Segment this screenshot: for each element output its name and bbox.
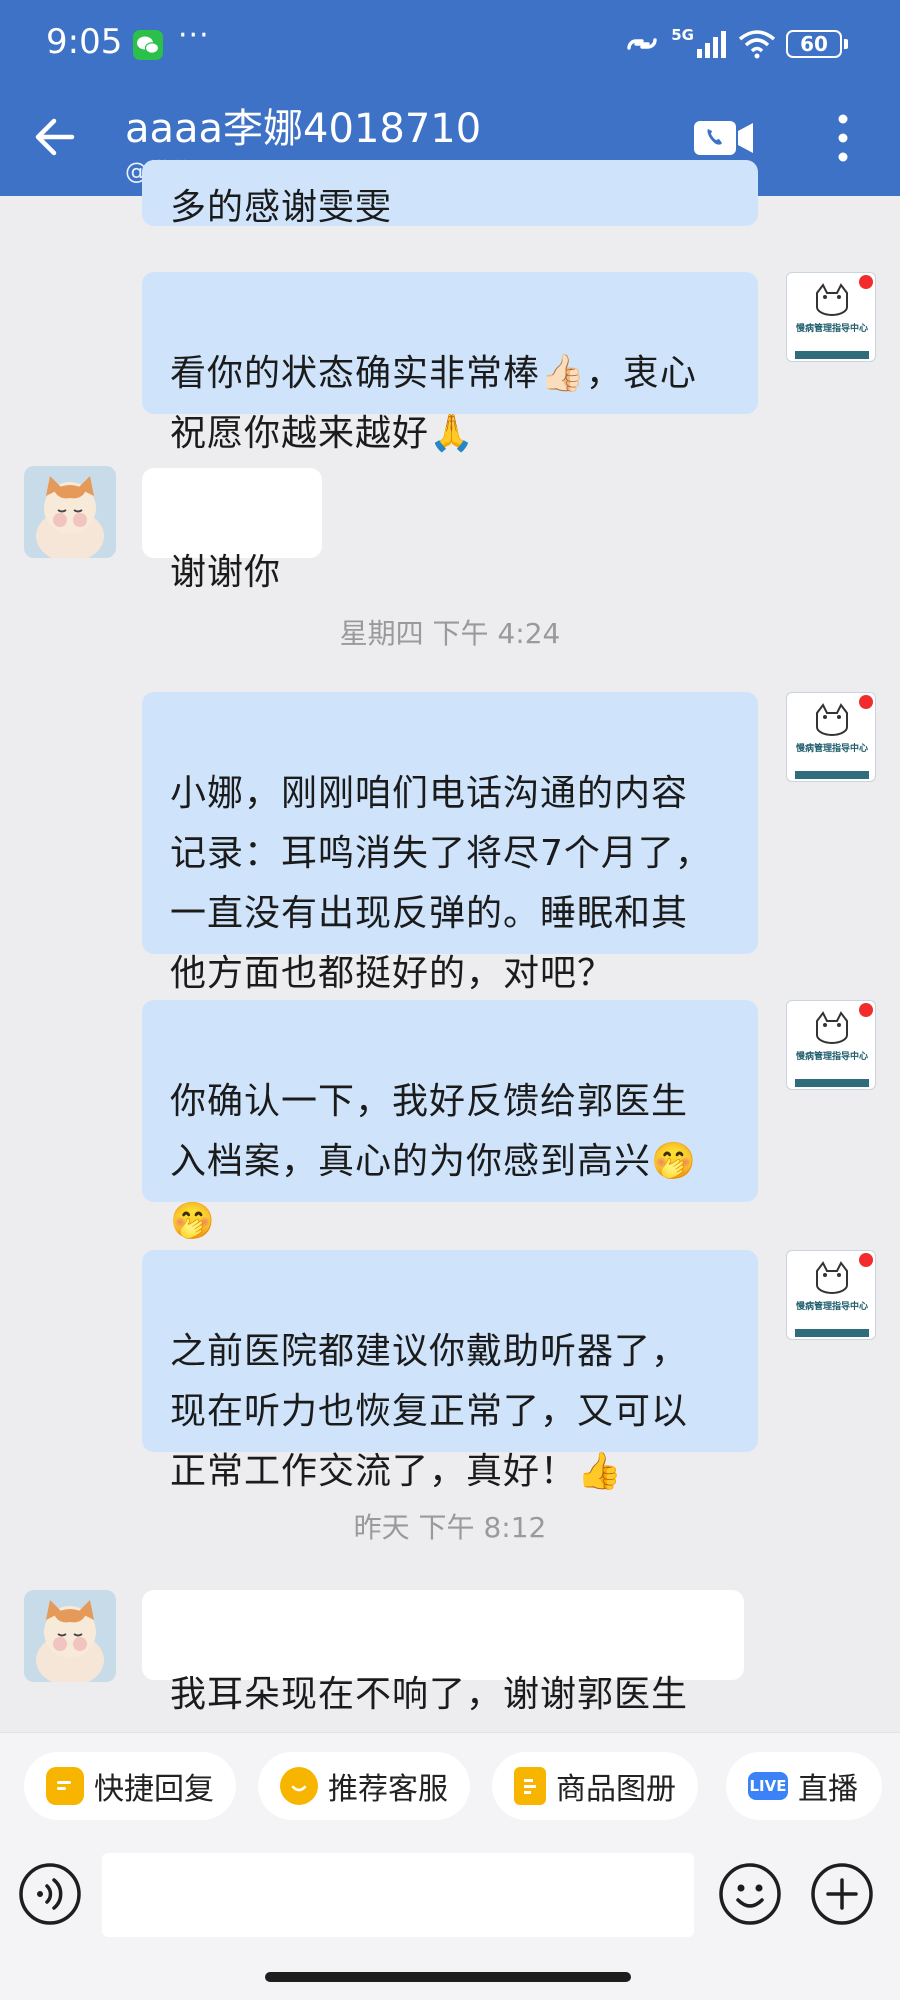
time-separator: 星期四 下午 4:24 [339,617,561,650]
unread-dot [859,275,873,289]
message-bubble-partial[interactable]: 多的感谢雯雯 [142,160,758,226]
plus-icon[interactable] [810,1862,874,1926]
contact-avatar[interactable] [24,466,116,558]
message-text: 多的感谢雯雯 [170,187,393,226]
message-bubble-out[interactable]: 之前医院都建议你戴助听器了， 现在听力也恢复正常了，又可以 正常工作交流了，真好… [142,1250,758,1492]
unread-dot [859,1253,873,1267]
status-icons: 5G 60 [623,26,848,62]
message-text: 看你的状态确实非常棒👍🏻，衷心 祝愿你越来越好🙏 [170,353,697,454]
service-icon [280,1767,318,1805]
battery-level: 60 [786,30,842,58]
link-icon [627,38,657,50]
org-avatar[interactable]: 慢病管理指导中心 [786,1250,876,1340]
org-avatar[interactable]: 慢病管理指导中心 [786,1000,876,1090]
message-input[interactable] [102,1853,694,1937]
quick-reply-icon [46,1767,84,1805]
network-label: 5G [671,26,694,44]
back-arrow-icon[interactable] [30,112,80,162]
wifi-icon [738,30,776,59]
org-avatar[interactable]: 慢病管理指导中心 [786,272,876,362]
message-text: 你确认一下，我好反馈给郭医生 入档案，真心的为你感到高兴🤭 🤭 [170,1081,697,1242]
message-text: 我耳朵现在不响了，谢谢郭医生 [170,1674,689,1715]
org-avatar-label: 慢病管理指导中心 [795,1052,868,1062]
product-catalog-label: 商品图册 [556,1772,676,1807]
org-avatar-label: 慢病管理指导中心 [795,324,868,334]
time-separator: 昨天 下午 8:12 [353,1511,547,1544]
recommend-service-button[interactable]: 推荐客服 [258,1752,470,1820]
message-bubble-in[interactable]: 谢谢你 [142,468,322,593]
org-avatar-label: 慢病管理指导中心 [795,744,868,754]
recommend-service-label: 推荐客服 [328,1772,448,1807]
status-more: ··· [178,18,210,53]
live-icon: LIVE [748,1772,788,1800]
live-label: 直播 [798,1772,858,1807]
message-text: 小娜，刚刚咱们电话沟通的内容 记录：耳鸣消失了将尽7个月了， 一直没有出现反弹的… [170,773,712,994]
chat-title: aaaa李娜4018710 [125,106,482,152]
home-indicator[interactable] [265,1972,631,1982]
signal-icon [697,31,726,58]
wechat-notification-icon [133,30,163,60]
more-vertical-icon[interactable] [833,112,853,164]
unread-dot [859,1003,873,1017]
voice-icon[interactable] [18,1862,82,1926]
battery-icon: 60 [786,30,848,58]
org-avatar-label: 慢病管理指导中心 [795,1302,868,1312]
message-text: 之前医院都建议你戴助听器了， 现在听力也恢复正常了，又可以 正常工作交流了，真好… [170,1331,689,1492]
catalog-icon [514,1767,546,1805]
message-bubble-in[interactable]: 我耳朵现在不响了，谢谢郭医生 [142,1590,744,1715]
message-bubble-out[interactable]: 小娜，刚刚咱们电话沟通的内容 记录：耳鸣消失了将尽7个月了， 一直没有出现反弹的… [142,692,758,994]
video-call-icon[interactable] [693,118,755,158]
org-avatar[interactable]: 慢病管理指导中心 [786,692,876,782]
quick-reply-button[interactable]: 快捷回复 [24,1752,236,1820]
status-time: 9:05 [46,22,123,62]
quick-reply-label: 快捷回复 [94,1772,214,1807]
live-button[interactable]: LIVE 直播 [726,1752,882,1820]
message-bubble-out[interactable]: 你确认一下，我好反馈给郭医生 入档案，真心的为你感到高兴🤭 🤭 [142,1000,758,1242]
contact-avatar[interactable] [24,1590,116,1682]
product-catalog-button[interactable]: 商品图册 [492,1752,698,1820]
message-bubble-out[interactable]: 看你的状态确实非常棒👍🏻，衷心 祝愿你越来越好🙏 [142,272,758,454]
unread-dot [859,695,873,709]
message-text: 谢谢你 [170,552,282,593]
emoji-icon[interactable] [718,1862,782,1926]
